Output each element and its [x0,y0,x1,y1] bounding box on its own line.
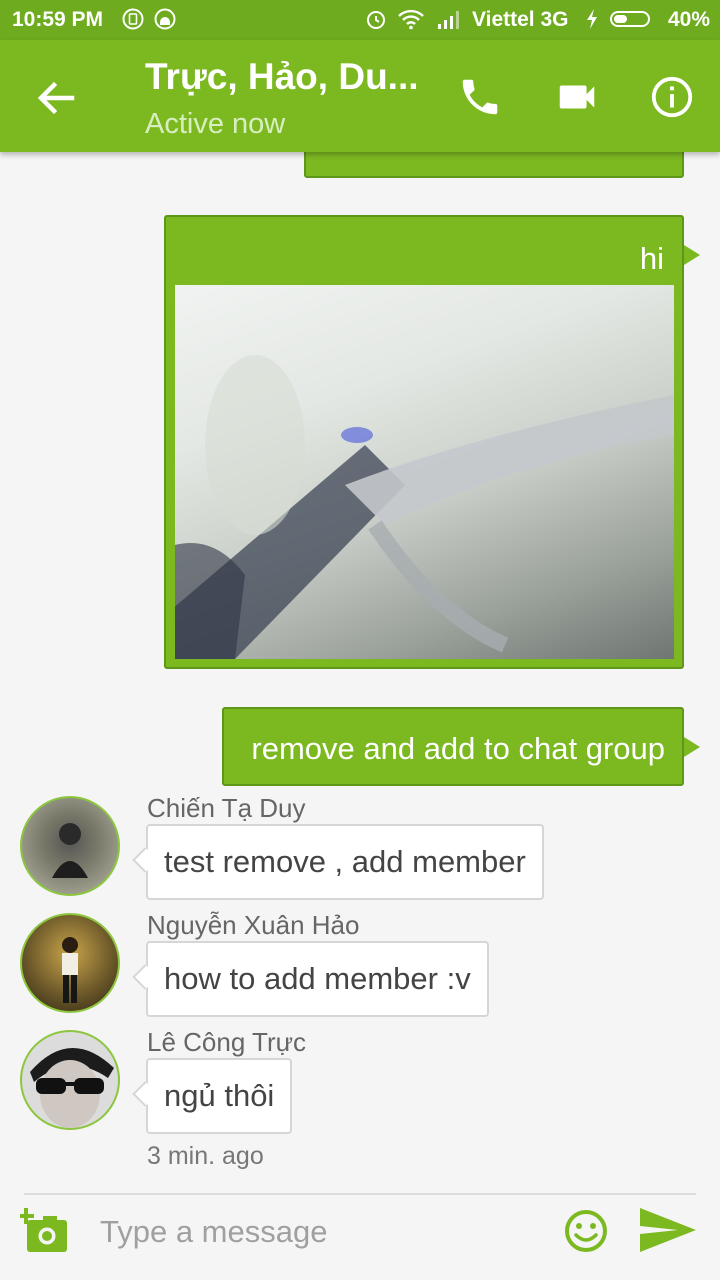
android-icon [154,8,176,30]
avatar[interactable] [20,1030,120,1130]
conversation-title[interactable]: Trực, Hảo, Du... [145,56,435,98]
incoming-message-bubble[interactable]: how to add member :v [132,941,489,1017]
phone-icon[interactable] [457,74,503,120]
active-status: Active now [145,108,286,140]
app-bar: Trực, Hảo, Du... Active now [0,40,720,152]
avatar-photo [62,937,78,1003]
incoming-message-bubble[interactable]: ngủ thôi [132,1058,293,1134]
avatar[interactable] [20,796,120,896]
photo-content [175,355,674,659]
message-text: ngủ thôi [164,1078,275,1113]
add-photo-icon[interactable] [20,1208,68,1254]
status-time: 10:59 PM [12,8,104,31]
message-text: remove and add to chat group [251,731,665,766]
composer-divider [24,1193,696,1195]
avatar-photo [30,1047,114,1128]
alarm-icon [367,11,385,29]
back-arrow-icon[interactable] [34,76,78,120]
avatar-photo [52,823,88,878]
send-icon[interactable] [638,1206,698,1254]
avatar[interactable] [20,913,120,1013]
battery-icon [610,11,650,27]
sender-name: Lê Công Trực [147,1027,307,1057]
battery-percent: 40% [668,8,711,31]
attached-photo[interactable] [175,285,674,659]
wifi-icon [398,9,424,30]
sender-name: Nguyễn Xuân Hảo [147,910,360,940]
signal-icon [438,11,459,29]
status-bar: 10:59 PM Viettel 3G 40% [0,0,720,40]
outgoing-message-bubble[interactable]: remove and add to chat group [222,707,700,786]
message-text: test remove , add member [164,844,526,879]
message-timestamp: 3 min. ago [147,1142,264,1170]
video-camera-icon[interactable] [554,74,600,120]
sim-icon [122,8,144,30]
message-text: hi [639,241,664,276]
message-text: how to add member :v [164,961,471,996]
sender-name: Chiến Tạ Duy [147,793,306,823]
carrier-name: Viettel 3G [472,8,569,31]
info-icon[interactable] [649,74,695,120]
message-input[interactable] [98,1205,542,1259]
incoming-message-bubble[interactable]: test remove , add member [132,824,544,900]
emoji-icon[interactable] [564,1209,608,1253]
charging-icon [587,9,597,29]
